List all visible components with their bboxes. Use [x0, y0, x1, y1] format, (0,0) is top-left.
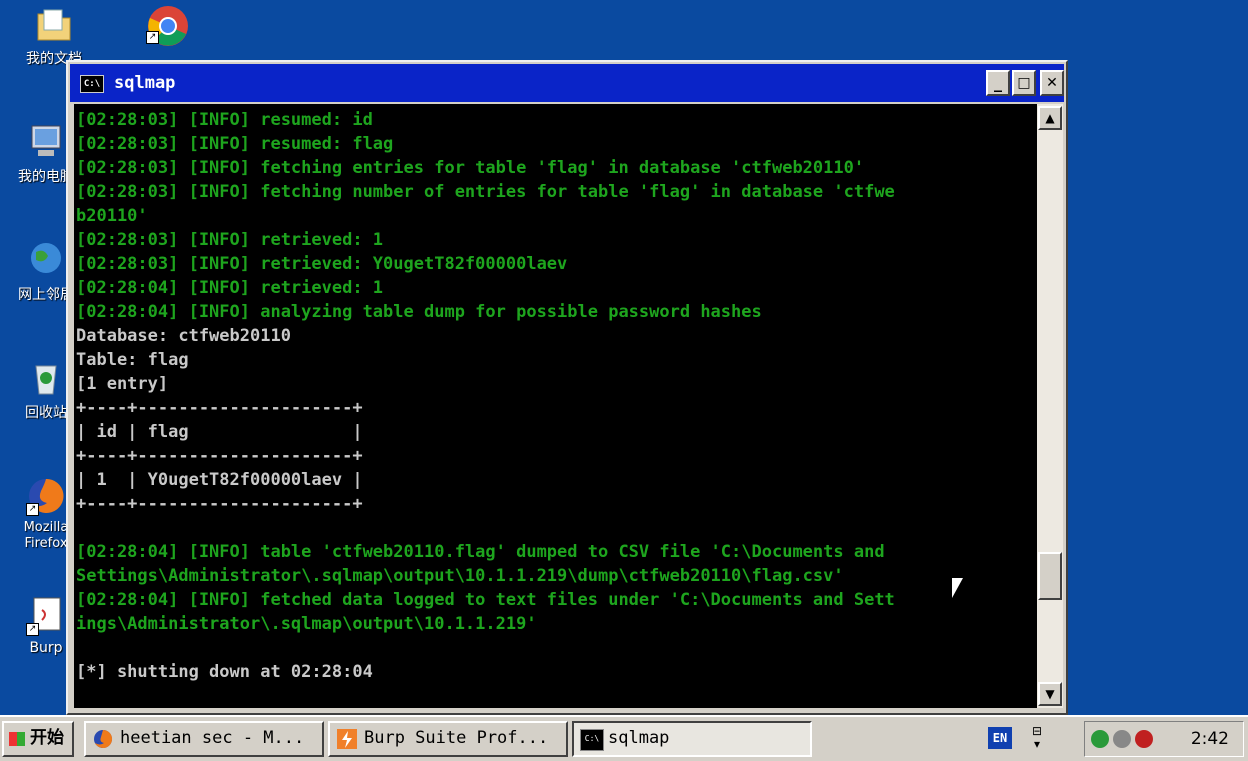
- close-button[interactable]: ✕: [1040, 70, 1064, 96]
- taskbar: 开始 heetian sec - M... Burp Suite Prof...…: [0, 715, 1248, 761]
- maximize-button[interactable]: □: [1012, 70, 1036, 96]
- shortcut-arrow-icon: ↗: [146, 31, 159, 44]
- java-file-icon: ↗: [26, 596, 66, 636]
- start-button[interactable]: 开始: [2, 721, 74, 757]
- console-line: [02:28:03] [INFO] fetching number of ent…: [76, 182, 895, 202]
- task-label: Burp Suite Prof...: [364, 728, 549, 748]
- console-line: [1 entry]: [76, 374, 169, 394]
- scroll-thumb[interactable]: [1038, 552, 1062, 600]
- sqlmap-console-window: C:\ sqlmap _ □ ✕ [02:28:03] [INFO] resum…: [66, 60, 1068, 715]
- windows-logo-icon: [9, 732, 25, 746]
- taskbar-item-sqlmap[interactable]: C:\ sqlmap: [572, 721, 812, 757]
- console-line: [02:28:03] [INFO] retrieved: Y0ugetT82f0…: [76, 254, 568, 274]
- firefox-icon: ↗: [26, 476, 66, 516]
- chrome-icon: ↗: [146, 4, 188, 46]
- shortcut-arrow-icon: ↗: [26, 623, 39, 636]
- console-line: [*] shutting down at 02:28:04: [76, 662, 373, 682]
- volume-icon[interactable]: [1113, 730, 1131, 748]
- console-line: [02:28:04] [INFO] analyzing table dump f…: [76, 302, 762, 322]
- computer-icon: [26, 122, 66, 162]
- console-icon: C:\: [580, 729, 604, 751]
- console-line: [02:28:03] [INFO] resumed: id: [76, 110, 373, 130]
- security-shield-icon[interactable]: [1135, 730, 1153, 748]
- burp-icon: [337, 729, 357, 749]
- console-output[interactable]: [02:28:03] [INFO] resumed: id [02:28:03] …: [74, 104, 1037, 708]
- system-tray: 2:42: [1084, 721, 1244, 757]
- console-line: [02:28:04] [INFO] retrieved: 1: [76, 278, 384, 298]
- console-line: | 1 | Y0ugetT82f00000laev |: [76, 470, 363, 490]
- console-line: b20110': [76, 206, 148, 226]
- console-line: +----+---------------------+: [76, 494, 363, 514]
- window-titlebar[interactable]: C:\ sqlmap _ □ ✕: [70, 64, 1064, 102]
- firefox-icon: [94, 729, 113, 748]
- desktop-icon-chrome[interactable]: ↗: [126, 4, 206, 48]
- recycle-bin-icon: [26, 358, 66, 398]
- console-line: [02:28:04] [INFO] table 'ctfweb20110.fla…: [76, 542, 885, 562]
- mouse-pointer-icon: [952, 578, 963, 598]
- minimize-button[interactable]: _: [986, 70, 1010, 96]
- start-label: 开始: [30, 728, 64, 748]
- console-line: +----+---------------------+: [76, 446, 363, 466]
- scroll-down-button[interactable]: ▼: [1038, 682, 1062, 706]
- console-line: [02:28:03] [INFO] fetching entries for t…: [76, 158, 865, 178]
- language-indicator[interactable]: EN: [988, 727, 1012, 749]
- console-line: ings\Administrator\.sqlmap\output\10.1.1…: [76, 614, 537, 634]
- network-globe-icon: [26, 240, 66, 280]
- clock[interactable]: 2:42: [1191, 722, 1229, 756]
- shortcut-arrow-icon: ↗: [26, 503, 39, 516]
- vertical-scrollbar[interactable]: ▲ ▼: [1037, 104, 1063, 708]
- desktop-icon-my-documents[interactable]: 我的文档: [14, 4, 94, 68]
- console-line: Settings\Administrator\.sqlmap\output\10…: [76, 566, 844, 586]
- window-title: sqlmap: [114, 73, 176, 93]
- console-line: [02:28:03] [INFO] resumed: flag: [76, 134, 394, 154]
- taskbar-item-firefox[interactable]: heetian sec - M...: [84, 721, 324, 757]
- console-line: [02:28:04] [INFO] fetched data logged to…: [76, 590, 895, 610]
- folder-icon: [34, 4, 74, 44]
- task-label: heetian sec - M...: [120, 728, 305, 748]
- console-line: +----+---------------------+: [76, 398, 363, 418]
- console-line: Table: flag: [76, 350, 189, 370]
- console-icon: C:\: [80, 75, 104, 93]
- taskbar-item-burp[interactable]: Burp Suite Prof...: [328, 721, 568, 757]
- task-label: sqlmap: [608, 728, 670, 748]
- console-line: Database: ctfweb20110: [76, 326, 291, 346]
- scroll-up-button[interactable]: ▲: [1038, 106, 1062, 130]
- language-menu-icon[interactable]: ⊟ ▾: [1030, 725, 1044, 751]
- console-line: | id | flag |: [76, 422, 363, 442]
- console-line: [02:28:03] [INFO] retrieved: 1: [76, 230, 384, 250]
- network-status-icon[interactable]: [1091, 730, 1109, 748]
